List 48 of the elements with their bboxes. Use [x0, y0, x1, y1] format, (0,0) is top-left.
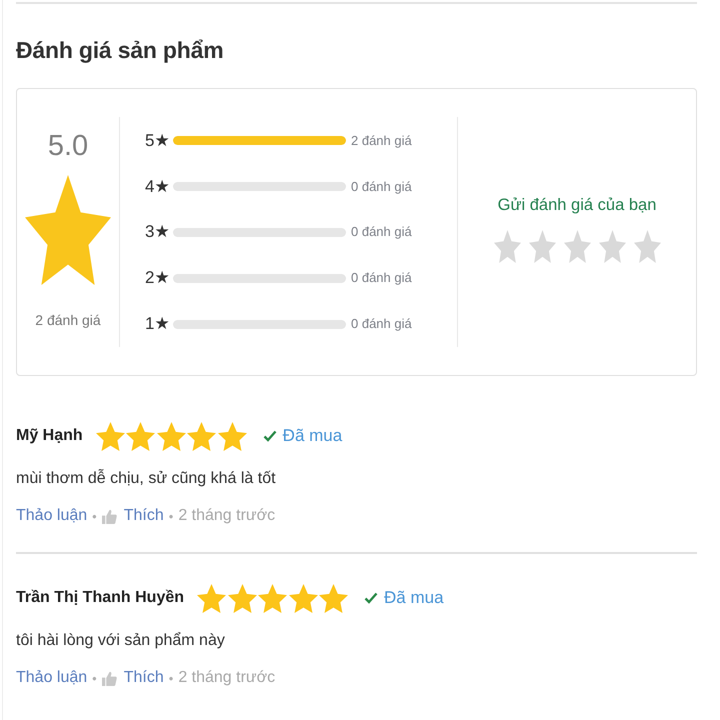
thumbs-up-icon[interactable] — [102, 670, 117, 686]
discuss-link[interactable]: Thảo luận — [16, 669, 88, 687]
section-title: Đánh giá sản phẩm — [16, 36, 224, 65]
star-icon — [258, 584, 288, 612]
star-icon — [288, 584, 318, 612]
rating-label: 4★ — [145, 176, 170, 197]
discuss-link[interactable]: Thảo luận — [16, 507, 88, 525]
bullet-separator: • — [92, 508, 97, 524]
review-text: mùi thơm dễ chịu, sử cũng khá là tốt — [16, 468, 277, 489]
rating-star-icon[interactable] — [528, 230, 556, 263]
star-icon — [197, 584, 226, 612]
rating-label: 3★ — [145, 222, 170, 242]
rating-label: 1★ — [145, 314, 170, 334]
star-icon — [156, 422, 186, 450]
like-link[interactable]: Thích — [124, 507, 164, 525]
star-icon — [96, 422, 125, 450]
like-link[interactable]: Thích — [124, 669, 164, 687]
review-count: 0 đánh giá — [351, 223, 412, 242]
bullet-separator: • — [92, 670, 97, 686]
review-count: 0 đánh giá — [351, 178, 412, 196]
review-count: 0 đánh giá — [351, 269, 412, 288]
bullet-separator: • — [168, 670, 174, 686]
star-icon — [228, 584, 257, 612]
reviewer-name: Trần Thị Thanh Huyền — [16, 589, 184, 607]
review-time: 2 tháng trước — [178, 669, 276, 687]
verified-label: Đã mua — [384, 588, 444, 608]
write-review-label: Gửi đánh giá của bạn — [498, 195, 656, 216]
rating-star-icon[interactable] — [598, 230, 626, 263]
average-rating: 5.0 — [48, 129, 88, 164]
rating-label: 5★ — [145, 130, 170, 151]
star-icon — [187, 422, 216, 450]
star-icon — [218, 422, 247, 450]
thumbs-up-icon[interactable] — [102, 508, 117, 524]
reviewer-name: Mỹ Hạnh — [16, 427, 83, 445]
review-time: 2 tháng trước — [178, 507, 276, 525]
star-icon — [25, 175, 111, 285]
rating-star-icon[interactable] — [494, 230, 520, 263]
star-icon — [319, 584, 348, 612]
review-text: tôi hài lòng với sản phẩm này — [16, 631, 226, 651]
rating-label: 2★ — [145, 268, 170, 288]
verified-label: Đã mua — [282, 426, 342, 446]
rating-star-icon[interactable] — [564, 230, 590, 263]
bullet-separator: • — [168, 508, 174, 524]
star-icon — [126, 422, 156, 450]
review-count: 0 đánh giá — [351, 315, 412, 334]
total-review-count: 2 đánh giá — [35, 311, 101, 329]
review-count: 2 đánh giá — [351, 132, 412, 150]
rating-star-icon[interactable] — [634, 230, 660, 263]
